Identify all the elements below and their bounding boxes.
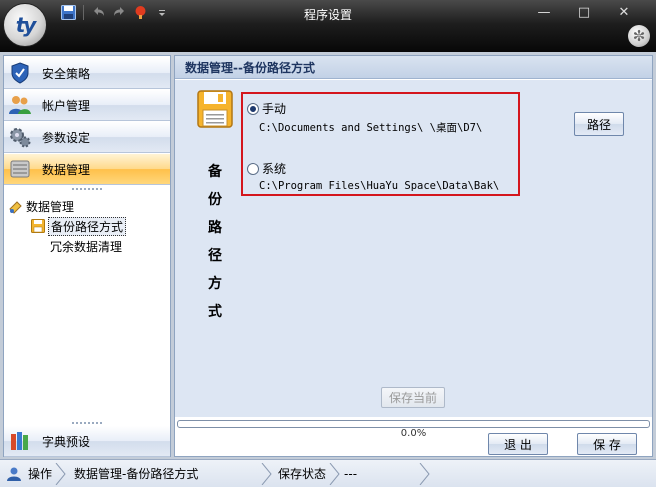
users-icon [8, 93, 32, 117]
sidebar-item-data-management[interactable]: 数据管理 [4, 154, 170, 185]
chevron-right-icon [329, 462, 340, 485]
maximize-button[interactable]: □ [564, 2, 604, 22]
tree-item-label: 备份路径方式 [48, 216, 127, 236]
window-controls: — □ ✕ [524, 2, 644, 22]
shield-icon [8, 61, 32, 85]
splitter-grip[interactable] [4, 186, 170, 192]
close-button[interactable]: ✕ [604, 2, 644, 22]
option-manual[interactable]: 手动 [247, 100, 286, 117]
vertical-title-char: 份 [208, 192, 222, 208]
save-button[interactable]: 保 存 [577, 433, 637, 455]
tree-folder-icon [8, 198, 24, 214]
vertical-title-char: 径 [208, 248, 222, 264]
chevron-right-icon [419, 462, 430, 485]
sidebar-item-security[interactable]: 安全策略 [4, 58, 170, 89]
nav-tree: 数据管理 备份路径方式 冗余数据清理 [8, 196, 127, 256]
sidebar-item-label: 参数设定 [42, 130, 91, 145]
progress-bar [177, 420, 650, 428]
radio-manual[interactable] [247, 102, 259, 115]
title-bar: ty 程序设置 — □ ✕ ✼ [0, 0, 656, 52]
gears-icon [8, 125, 32, 149]
sidebar-item-label: 帐户管理 [42, 98, 91, 113]
radio-system[interactable] [247, 162, 259, 175]
status-save-value: --- [344, 466, 358, 481]
database-icon [8, 157, 32, 181]
tree-root-label: 数据管理 [26, 199, 75, 214]
option-system-label: 系统 [262, 162, 287, 176]
floppy-small-icon [30, 218, 46, 234]
chevron-right-icon [261, 462, 272, 485]
books-icon [8, 429, 32, 453]
status-operation-label-segment: 操作 [0, 462, 66, 485]
exit-button[interactable]: 退 出 [488, 433, 548, 455]
status-operation-label: 操作 [28, 467, 53, 481]
status-save-label: 保存状态 [278, 467, 327, 481]
sidebar-item-parameters[interactable]: 参数设定 [4, 122, 170, 153]
backup-options-box: 手动 C:\Documents and Settings\ \桌面\D7\ 系统… [241, 92, 520, 196]
status-bar: 操作 数据管理-备份路径方式 保存状态 --- [0, 459, 656, 487]
tree-item-label: 冗余数据清理 [50, 239, 123, 254]
main-area: 安全策略 帐户管理 参数设定 数据管理 数据管理 备份路径方式 冗余数据清理 字… [0, 52, 656, 459]
content-header: 数据管理--备份路径方式 [175, 56, 652, 79]
vertical-title-char: 方 [208, 276, 222, 292]
status-save-value-segment: --- [340, 462, 430, 485]
vertical-title-char: 备 [208, 164, 222, 180]
minimize-button[interactable]: — [524, 2, 564, 22]
status-save-label-segment: 保存状态 [272, 462, 340, 485]
sidebar-item-accounts[interactable]: 帐户管理 [4, 90, 170, 121]
tree-item-redundant-cleanup[interactable]: 冗余数据清理 [8, 236, 126, 256]
sidebar-item-label: 数据管理 [42, 162, 91, 177]
sidebar-item-dictionary[interactable]: 字典预设 [4, 426, 170, 457]
system-path: C:\Program Files\HuaYu Space\Data\Bak\ [259, 180, 500, 192]
sidebar-item-label: 字典预设 [42, 434, 91, 449]
vertical-title-char: 式 [208, 304, 222, 320]
save-current-button[interactable]: 保存当前 [381, 387, 445, 408]
tree-item-backup-path[interactable]: 备份路径方式 [8, 216, 127, 236]
manual-path: C:\Documents and Settings\ \桌面\D7\ [259, 122, 483, 134]
user-icon [6, 466, 22, 482]
tree-root[interactable]: 数据管理 [8, 196, 126, 216]
backup-settings-area: 备 份 路 径 方 式 手动 C:\Documents and Settings… [175, 80, 652, 417]
sidebar-item-label: 安全策略 [42, 66, 91, 81]
vertical-title: 备 份 路 径 方 式 [207, 158, 223, 326]
status-operation-value: 数据管理-备份路径方式 [74, 467, 199, 481]
floppy-disk-icon [197, 90, 233, 128]
chevron-right-icon [55, 462, 66, 485]
path-button[interactable]: 路径 [574, 112, 624, 136]
option-system[interactable]: 系统 [247, 160, 286, 177]
settings-orb-icon[interactable]: ✼ [628, 25, 650, 47]
option-manual-label: 手动 [262, 102, 287, 116]
status-operation-value-segment: 数据管理-备份路径方式 [66, 462, 272, 485]
vertical-title-char: 路 [208, 220, 222, 236]
sidebar: 安全策略 帐户管理 参数设定 数据管理 数据管理 备份路径方式 冗余数据清理 字… [3, 55, 171, 457]
content-panel: 数据管理--备份路径方式 备 份 路 径 方 式 手动 C:\Documents… [174, 55, 653, 457]
